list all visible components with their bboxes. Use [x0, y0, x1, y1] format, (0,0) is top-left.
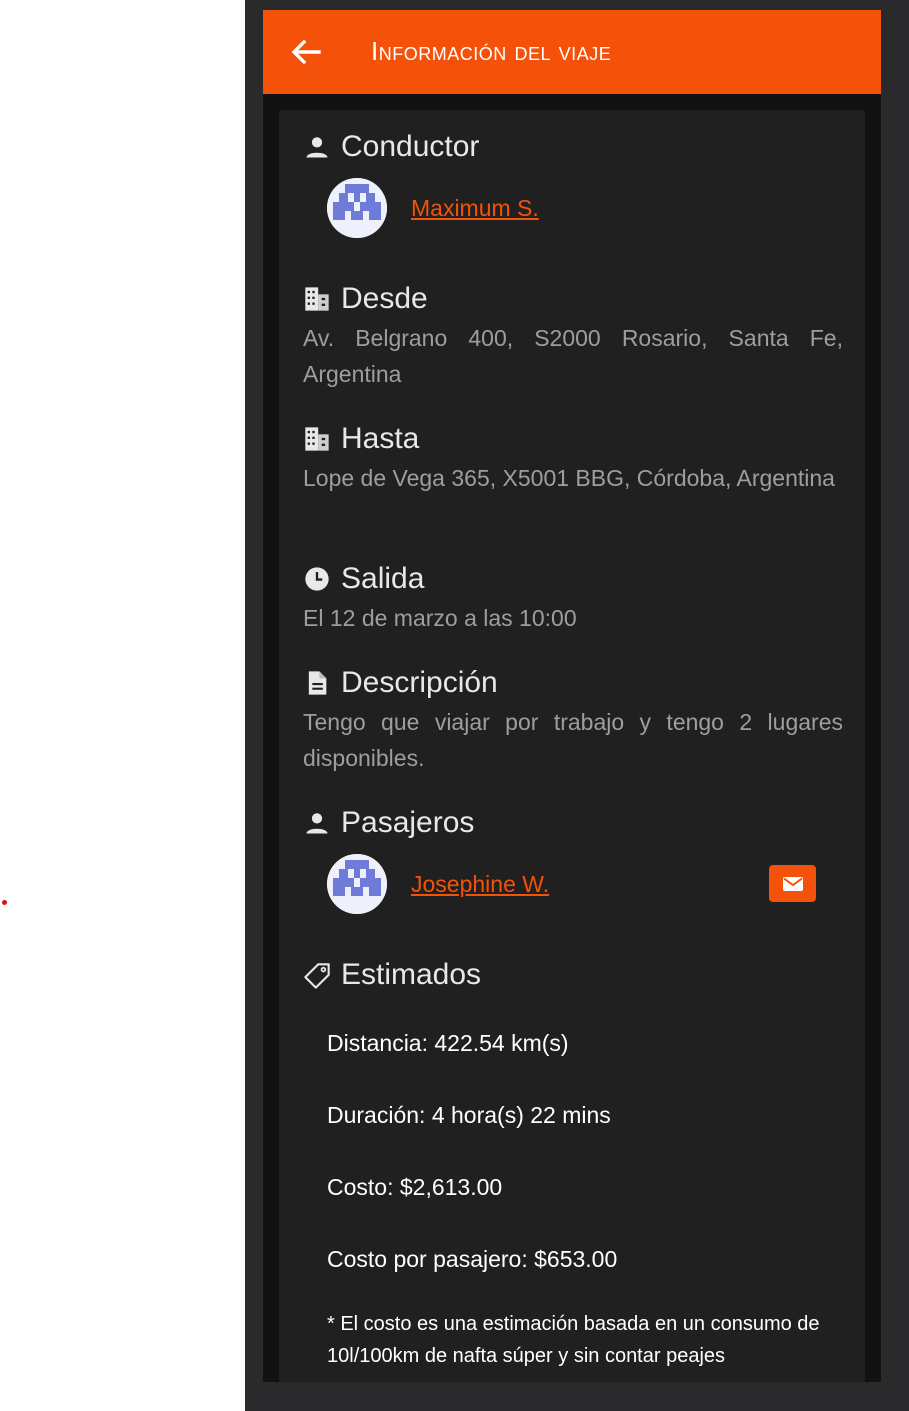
top-app-bar: Información del viaje	[263, 10, 881, 94]
departure-heading: Salida	[341, 562, 425, 595]
clock-icon	[303, 565, 331, 593]
content-panel: Conductor Maximum S. Desde Av. Belgrano …	[263, 94, 881, 1382]
from-section-heading: Desde	[303, 282, 428, 316]
to-address: Lope de Vega 365, X5001 BBG, Córdoba, Ar…	[303, 465, 835, 491]
estimates-heading: Estimados	[341, 958, 482, 991]
passengers-heading: Pasajeros	[341, 806, 475, 839]
from-address: Av. Belgrano 400, S2000 Rosario, Santa F…	[303, 325, 843, 387]
passenger-avatar	[327, 854, 387, 914]
trip-card: Conductor Maximum S. Desde Av. Belgrano …	[279, 110, 865, 1382]
to-heading: Hasta	[341, 422, 420, 455]
message-passenger-button[interactable]	[769, 865, 816, 902]
driver-avatar	[327, 178, 387, 238]
estimates-section-heading: Estimados	[303, 958, 481, 992]
departure-value: El 12 de marzo a las 10:00	[303, 605, 577, 631]
estimate-distance: Distancia: 422.54 km(s)	[327, 1030, 569, 1056]
driver-name-link[interactable]: Maximum S.	[411, 195, 539, 222]
estimate-cost: Costo: $2,613.00	[327, 1174, 503, 1200]
estimate-note: * El costo es una estimación basada en u…	[327, 1313, 820, 1367]
description-heading: Descripción	[341, 666, 498, 699]
passenger-name-link[interactable]: Josephine W.	[411, 871, 549, 898]
passengers-section-heading: Pasajeros	[303, 806, 474, 840]
tag-icon	[303, 961, 331, 989]
driver-heading: Conductor	[341, 130, 480, 163]
page-title: Información del viaje	[371, 36, 612, 66]
estimate-cost-per-passenger: Costo por pasajero: $653.00	[327, 1246, 618, 1272]
person-icon	[303, 133, 331, 161]
driver-row: Maximum S.	[327, 178, 539, 238]
back-button[interactable]	[289, 36, 323, 68]
stray-dot	[2, 900, 7, 905]
app-window: Información del viaje Conductor Maximum …	[245, 0, 909, 1411]
arrow-left-icon	[291, 39, 321, 65]
departure-section-heading: Salida	[303, 562, 424, 596]
description-section-heading: Descripción	[303, 666, 498, 700]
document-icon	[303, 669, 331, 697]
building-icon	[303, 285, 331, 313]
estimate-duration: Duración: 4 hora(s) 22 mins	[327, 1102, 611, 1128]
building-icon	[303, 425, 331, 453]
driver-section-heading: Conductor	[303, 130, 479, 164]
description-text: Tengo que viajar por trabajo y tengo 2 l…	[303, 709, 843, 771]
mail-icon	[782, 876, 803, 891]
passenger-row: Josephine W.	[327, 854, 549, 914]
to-section-heading: Hasta	[303, 422, 419, 456]
person-icon	[303, 809, 331, 837]
from-heading: Desde	[341, 282, 428, 315]
